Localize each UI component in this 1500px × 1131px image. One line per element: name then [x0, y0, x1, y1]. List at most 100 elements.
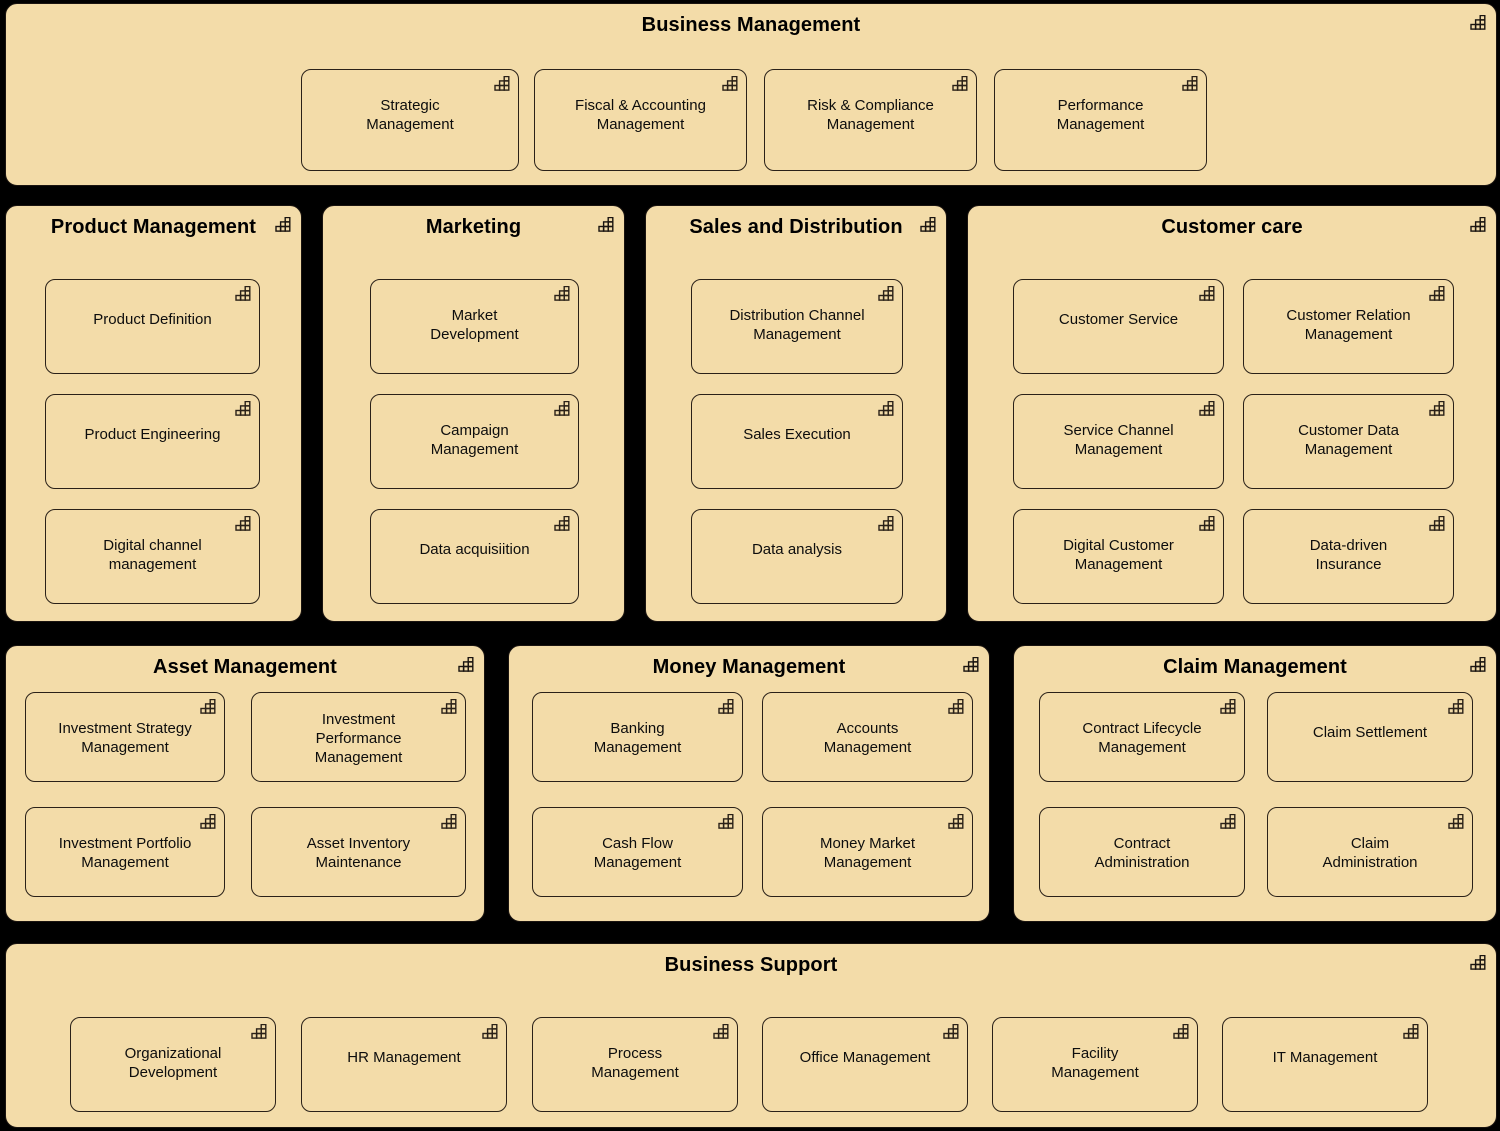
- capability-icon: [482, 1024, 499, 1039]
- capability-label: Product Engineering: [84, 426, 221, 443]
- group-business-management[interactable]: Business Management Strategic Management…: [5, 3, 1497, 186]
- capability-card[interactable]: Banking Management: [532, 692, 743, 782]
- capability-label: Office Management: [799, 1049, 931, 1066]
- capability-icon: [920, 217, 937, 232]
- capability-card[interactable]: HR Management: [301, 1017, 507, 1112]
- capability-icon: [878, 286, 895, 301]
- capability-label: Money Market Management: [819, 835, 916, 871]
- capability-label: Fiscal & Accounting Management: [575, 97, 706, 133]
- capability-card[interactable]: Campaign Management: [370, 394, 579, 489]
- capability-icon: [952, 76, 969, 91]
- capability-label: Performance Management: [1056, 97, 1145, 133]
- capability-card[interactable]: Strategic Management: [301, 69, 519, 171]
- capability-card[interactable]: Investment Performance Management: [251, 692, 466, 782]
- capability-icon: [718, 814, 735, 829]
- capability-icon: [713, 1024, 730, 1039]
- capability-card[interactable]: Contract Lifecycle Management: [1039, 692, 1245, 782]
- capability-label: Investment Performance Management: [314, 711, 403, 766]
- capability-card[interactable]: Product Engineering: [45, 394, 260, 489]
- capability-icon: [1403, 1024, 1420, 1039]
- capability-icon: [1448, 699, 1465, 714]
- capability-label: Contract Administration: [1094, 835, 1190, 871]
- capability-icon: [235, 401, 252, 416]
- capability-card[interactable]: Investment Portfolio Management: [25, 807, 225, 897]
- group-title-marketing: Marketing: [425, 216, 522, 238]
- capability-icon: [1470, 15, 1487, 30]
- capability-icon: [878, 401, 895, 416]
- capability-icon: [235, 516, 252, 531]
- capability-card[interactable]: Process Management: [532, 1017, 738, 1112]
- capability-icon: [1220, 814, 1237, 829]
- group-business-support[interactable]: Business Support Organizational Developm…: [5, 943, 1497, 1128]
- capability-icon: [718, 699, 735, 714]
- capability-label: Data acquisiition: [419, 541, 530, 558]
- capability-card[interactable]: Digital channel management: [45, 509, 260, 604]
- capability-card[interactable]: Service Channel Management: [1013, 394, 1224, 489]
- capability-icon: [963, 657, 980, 672]
- capability-label: Contract Lifecycle Management: [1082, 720, 1202, 756]
- capability-icon: [200, 699, 217, 714]
- capability-label: Risk & Compliance Management: [807, 97, 934, 133]
- capability-card[interactable]: Cash Flow Management: [532, 807, 743, 897]
- capability-label: Distribution Channel Management: [729, 307, 865, 343]
- capability-icon: [1220, 699, 1237, 714]
- capability-card[interactable]: Distribution Channel Management: [691, 279, 903, 374]
- capability-icon: [554, 401, 571, 416]
- capability-label: Customer Service: [1058, 311, 1179, 328]
- capability-icon: [494, 76, 511, 91]
- capability-label: Investment Portfolio Management: [58, 835, 192, 871]
- capability-card[interactable]: Product Definition: [45, 279, 260, 374]
- capability-label: Accounts Management: [823, 720, 912, 756]
- group-title-product-management: Product Management: [50, 216, 257, 238]
- capability-icon: [1199, 286, 1216, 301]
- capability-card[interactable]: IT Management: [1222, 1017, 1428, 1112]
- capability-icon: [1429, 286, 1446, 301]
- group-title-business-management: Business Management: [641, 14, 861, 36]
- capability-label: Digital Customer Management: [1063, 537, 1174, 573]
- group-title-customer-care: Customer care: [1161, 216, 1303, 238]
- capability-icon: [598, 217, 615, 232]
- capability-icon: [200, 814, 217, 829]
- group-customer-care[interactable]: Customer care Customer Service Customer …: [967, 205, 1497, 622]
- capability-card[interactable]: Data analysis: [691, 509, 903, 604]
- capability-card[interactable]: Claim Administration: [1267, 807, 1473, 897]
- capability-label: Customer Data Management: [1298, 422, 1399, 458]
- capability-card[interactable]: Fiscal & Accounting Management: [534, 69, 747, 171]
- capability-card[interactable]: Facility Management: [992, 1017, 1198, 1112]
- capability-card[interactable]: Digital Customer Management: [1013, 509, 1224, 604]
- capability-card[interactable]: Performance Management: [994, 69, 1207, 171]
- capability-card[interactable]: Customer Data Management: [1243, 394, 1454, 489]
- capability-card[interactable]: Accounts Management: [762, 692, 973, 782]
- capability-card[interactable]: Claim Settlement: [1267, 692, 1473, 782]
- group-marketing[interactable]: Marketing Market Development Campaign Ma…: [322, 205, 625, 622]
- capability-card[interactable]: Market Development: [370, 279, 579, 374]
- capability-card[interactable]: Investment Strategy Management: [25, 692, 225, 782]
- capability-label: Data-driven Insurance: [1309, 537, 1388, 573]
- group-sales-and-distribution[interactable]: Sales and Distribution Distribution Chan…: [645, 205, 947, 622]
- capability-label: Asset Inventory Maintenance: [306, 835, 411, 871]
- capability-icon: [948, 699, 965, 714]
- group-money-management[interactable]: Money Management Banking Management Acco…: [508, 645, 990, 922]
- capability-label: Customer Relation Management: [1286, 307, 1411, 343]
- capability-icon: [1470, 217, 1487, 232]
- capability-card[interactable]: Customer Relation Management: [1243, 279, 1454, 374]
- group-asset-management[interactable]: Asset Management Investment Strategy Man…: [5, 645, 485, 922]
- group-title-sales-and-distribution: Sales and Distribution: [689, 216, 903, 238]
- capability-card[interactable]: Sales Execution: [691, 394, 903, 489]
- capability-card[interactable]: Organizational Development: [70, 1017, 276, 1112]
- group-claim-management[interactable]: Claim Management Contract Lifecycle Mana…: [1013, 645, 1497, 922]
- capability-label: Facility Management: [1051, 1045, 1139, 1081]
- capability-card[interactable]: Office Management: [762, 1017, 968, 1112]
- group-product-management[interactable]: Product Management Product Definition Pr…: [5, 205, 302, 622]
- capability-label: Cash Flow Management: [593, 835, 682, 871]
- capability-card[interactable]: Customer Service: [1013, 279, 1224, 374]
- capability-card[interactable]: Risk & Compliance Management: [764, 69, 977, 171]
- capability-card[interactable]: Data acquisiition: [370, 509, 579, 604]
- capability-card[interactable]: Asset Inventory Maintenance: [251, 807, 466, 897]
- capability-card[interactable]: Data-driven Insurance: [1243, 509, 1454, 604]
- group-title-asset-management: Asset Management: [153, 656, 337, 678]
- capability-card[interactable]: Money Market Management: [762, 807, 973, 897]
- capability-icon: [441, 814, 458, 829]
- capability-card[interactable]: Contract Administration: [1039, 807, 1245, 897]
- capability-icon: [458, 657, 475, 672]
